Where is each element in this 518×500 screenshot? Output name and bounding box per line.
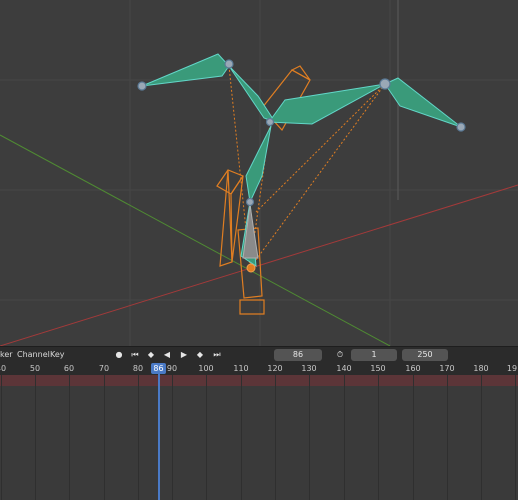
frame-ruler[interactable]: 40 50 60 70 80 90 100 110 120 130 140 15… [0,362,518,375]
tick-label: 70 [98,364,110,373]
bone-joints[interactable] [137,59,466,207]
3d-viewport[interactable] [0,0,518,346]
tick-label: 180 [473,364,489,373]
tick-label: 60 [63,364,75,373]
tick-label: 50 [29,364,41,373]
timeline-grid-line [447,375,448,500]
start-frame-field[interactable]: 1 [351,349,397,361]
timeline-grid-line [413,375,414,500]
timeline-grid-line [1,375,2,500]
tick-label: 150 [370,364,386,373]
green-bones[interactable] [141,53,462,267]
stopwatch-icon[interactable]: ⏱ [334,349,346,361]
timeline-track-area[interactable] [0,386,518,500]
menu-marker[interactable]: ker [0,348,13,362]
tick-label: 110 [233,364,249,373]
menu-channel[interactable]: Channel [17,348,50,362]
record-icon[interactable]: ● [113,349,125,361]
tick-label: 160 [405,364,421,373]
play-icon[interactable]: ▶ [178,349,190,361]
root-joint[interactable] [246,263,256,273]
timeline-grid-line [378,375,379,500]
menu-key[interactable]: Key [50,348,65,362]
current-frame-field[interactable]: 86 [274,349,322,361]
playhead[interactable] [158,369,160,500]
tick-label: 19 [506,364,518,373]
tick-label: 40 [0,364,7,373]
playhead-frame-badge[interactable]: 86 [151,363,166,374]
timeline-grid-line [275,375,276,500]
timeline-grid-line [481,375,482,500]
prev-keyframe-icon[interactable]: ◆ [145,349,157,361]
timeline-grid-line [138,375,139,500]
timeline-grid-line [172,375,173,500]
jump-end-icon[interactable]: ⏭ [211,349,223,361]
tick-label: 140 [336,364,352,373]
timeline-grid-line [344,375,345,500]
timeline-grid-line [35,375,36,500]
tick-label: 170 [439,364,455,373]
tick-label: 90 [166,364,178,373]
timeline-grid-line [206,375,207,500]
timeline-header: ker Channel Key ● ⏮ ◆ ◀ ▶ ◆ ⏭ 86 ⏱ 1 250 [0,346,518,362]
preview-range-band [0,375,518,386]
next-keyframe-icon[interactable]: ◆ [194,349,206,361]
timeline-grid-line [309,375,310,500]
timeline-grid-line [104,375,105,500]
play-reverse-icon[interactable]: ◀ [161,349,173,361]
end-frame-field[interactable]: 250 [402,349,448,361]
tick-label: 120 [267,364,283,373]
timeline-grid-line [241,375,242,500]
tick-label: 80 [132,364,144,373]
timeline-grid-line [69,375,70,500]
viewport-canvas[interactable] [0,0,518,346]
tick-label: 130 [301,364,317,373]
tick-label: 100 [198,364,214,373]
timeline-grid-line [515,375,516,500]
jump-start-icon[interactable]: ⏮ [129,349,141,361]
y-axis-line [0,134,391,346]
